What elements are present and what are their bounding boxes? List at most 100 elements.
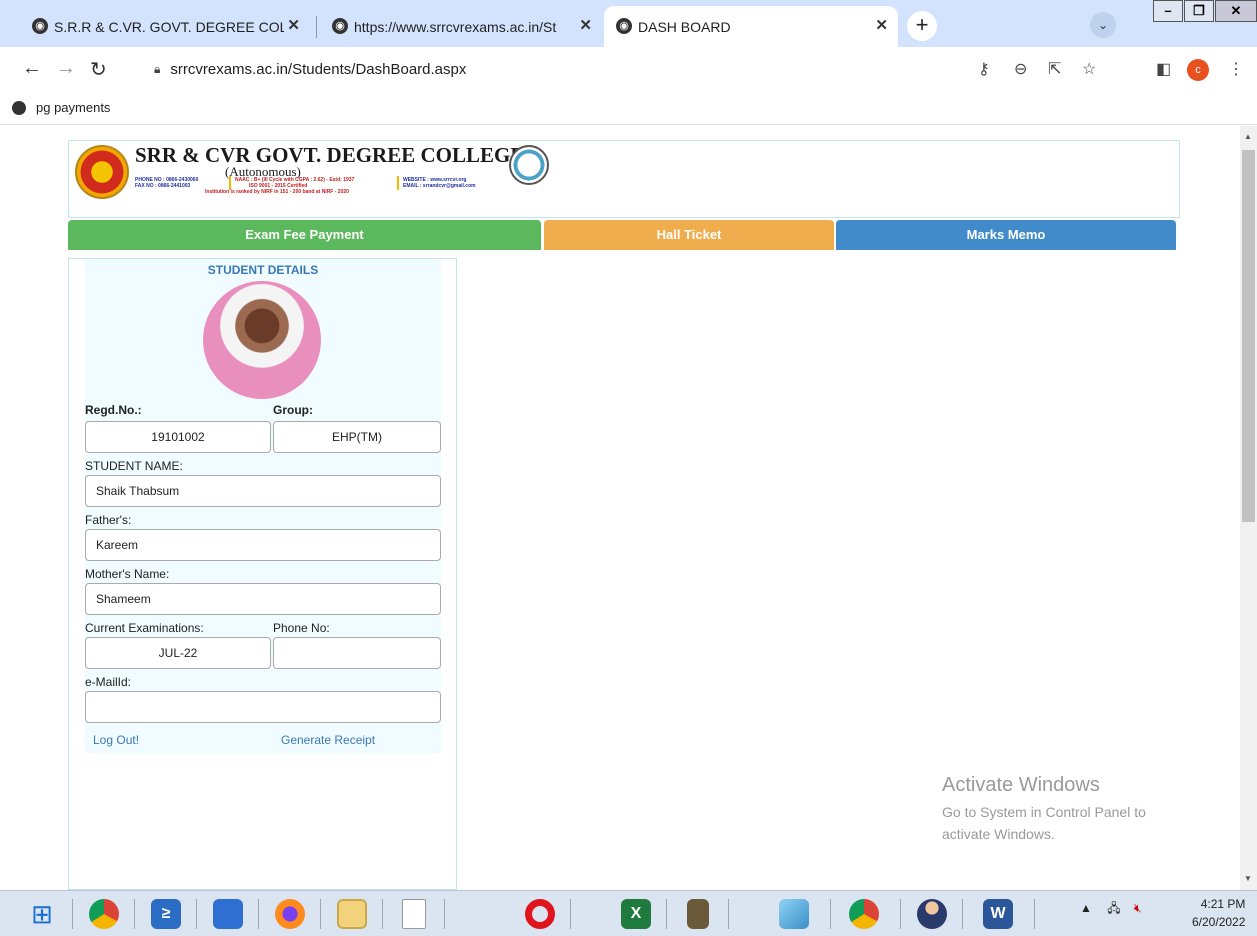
mother-name-field[interactable]: Shameem (85, 583, 441, 615)
divider (196, 899, 197, 929)
powershell-taskbar-button[interactable]: ≥ (140, 895, 192, 933)
minimize-button[interactable]: – (1153, 0, 1183, 22)
scroll-down-icon[interactable]: ▼ (1244, 874, 1252, 883)
excel-taskbar-button[interactable]: X (610, 895, 662, 933)
side-panel-icon[interactable]: ◧ (1156, 59, 1171, 79)
network-icon[interactable]: 🖧︎ (1107, 901, 1120, 915)
share-icon[interactable]: ⇱ (1048, 59, 1061, 79)
state-emblem-logo (509, 145, 549, 185)
student-app-taskbar-button[interactable] (906, 895, 958, 933)
watermark-title: Activate Windows (942, 774, 1100, 796)
close-window-button[interactable]: ✕ (1215, 0, 1257, 22)
student-photo (203, 281, 321, 399)
hall-ticket-button[interactable]: Hall Ticket (544, 220, 834, 250)
key-icon[interactable]: ⚷ (978, 59, 990, 79)
file-explorer-taskbar-button[interactable] (326, 895, 378, 933)
folder-icon (337, 899, 367, 929)
tab-dashboard[interactable]: ◉ DASH BOARD ✕ (604, 6, 898, 47)
chrome-icon (849, 899, 879, 929)
chrome-profile-taskbar-button[interactable] (838, 895, 890, 933)
bookmark-pg-payments[interactable]: pg payments (36, 100, 110, 115)
new-tab-button[interactable]: + (907, 11, 937, 41)
generate-receipt-link[interactable]: Generate Receipt (281, 733, 375, 747)
notebook-taskbar-button[interactable] (768, 895, 820, 933)
notebook-icon (779, 899, 809, 929)
panel-title: STUDENT DETAILS (207, 263, 319, 277)
chrome-taskbar-button[interactable] (78, 895, 130, 933)
exam-fee-payment-button[interactable]: Exam Fee Payment (68, 220, 541, 250)
divider (962, 899, 963, 929)
tab-title: S.R.R & C.VR. GOVT. DEGREE COL (54, 18, 284, 35)
tools-taskbar-button[interactable] (672, 895, 724, 933)
exam-label: Current Examinations: (85, 621, 204, 635)
divider (444, 899, 445, 929)
student-name-label: STUDENT NAME: (85, 459, 183, 473)
divider (900, 899, 901, 929)
system-clock[interactable]: 4:21 PM 6/20/2022 (1192, 895, 1245, 931)
divider (258, 899, 259, 929)
divider (397, 176, 399, 190)
globe-icon: ◉ (616, 18, 632, 34)
activate-windows-watermark: Activate Windows Go to System in Control… (942, 774, 1146, 845)
tab-college[interactable]: ◉ S.R.R & C.VR. GOVT. DEGREE COL ✕ (20, 6, 310, 47)
scroll-up-icon[interactable]: ▲ (1244, 132, 1252, 141)
server-manager-taskbar-button[interactable] (202, 895, 254, 933)
forward-icon[interactable]: → (56, 57, 76, 80)
server-manager-icon (213, 899, 243, 929)
tab-strip: ◉ S.R.R & C.VR. GOVT. DEGREE COL ✕ ◉ htt… (0, 0, 1257, 47)
scroll-thumb[interactable] (1242, 150, 1255, 522)
vertical-scrollbar[interactable]: ▲ ▼ (1240, 126, 1257, 890)
email-field[interactable] (85, 691, 441, 723)
father-label: Father's: (85, 513, 132, 527)
tab-divider (316, 16, 317, 38)
opera-taskbar-button[interactable] (514, 895, 566, 933)
system-tray[interactable]: ▲ 🖧︎ 🔇︎ (1080, 899, 1142, 920)
fax-line: FAX NO : 0866-2441003 (135, 183, 191, 189)
word-taskbar-button[interactable]: W (972, 895, 1024, 933)
student-details-card: STUDENT DETAILS Regd.No.: Group: 1910100… (85, 259, 441, 753)
firefox-icon (275, 899, 305, 929)
clock-date: 6/20/2022 (1192, 915, 1246, 929)
chevron-up-icon[interactable]: ▲ (1080, 901, 1092, 915)
clock-time: 4:21 PM (1200, 897, 1246, 911)
address-bar[interactable]: 🔒︎ srrcvrexams.ac.in/Students/DashBoard.… (140, 53, 1060, 85)
marks-memo-button[interactable]: Marks Memo (836, 220, 1176, 250)
divider (830, 899, 831, 929)
student-panel: STUDENT DETAILS Regd.No.: Group: 1910100… (68, 258, 457, 890)
group-label: Group: (273, 403, 313, 417)
phone-field[interactable] (273, 637, 441, 669)
divider (320, 899, 321, 929)
star-icon[interactable]: ☆ (1082, 59, 1096, 79)
watermark-line: activate Windows. (942, 826, 1055, 842)
tab-title: https://www.srrcvrexams.ac.in/St (354, 18, 557, 35)
graduate-icon (917, 899, 947, 929)
start-button[interactable]: ⊞ (16, 895, 68, 933)
volume-muted-icon[interactable]: 🔇︎ (1134, 901, 1142, 915)
tab-exams-url[interactable]: ◉ https://www.srrcvrexams.ac.in/St ✕ (320, 6, 602, 47)
close-tab-icon[interactable]: ✕ (287, 16, 300, 34)
student-name-field[interactable]: Shaik Thabsum (85, 475, 441, 507)
tab-search-icon[interactable]: ⌄ (1090, 12, 1116, 38)
email-line: EMAIL : srrandcvr@gmail.com (403, 183, 476, 189)
back-icon[interactable]: ← (22, 57, 42, 80)
divider (728, 899, 729, 929)
menu-icon[interactable]: ⋮ (1228, 59, 1244, 79)
regd-no-field[interactable]: 19101002 (85, 421, 271, 453)
phone-label: Phone No: (273, 621, 330, 635)
logout-link[interactable]: Log Out! (93, 733, 139, 747)
firefox-taskbar-button[interactable] (264, 895, 316, 933)
father-name-field[interactable]: Kareem (85, 529, 441, 561)
divider (1034, 899, 1035, 929)
close-tab-icon[interactable]: ✕ (875, 16, 888, 34)
close-tab-icon[interactable]: ✕ (579, 16, 592, 34)
group-field[interactable]: EHP(TM) (273, 421, 441, 453)
zoom-icon[interactable]: ⊖ (1014, 59, 1027, 79)
chrome-icon (89, 899, 119, 929)
globe-icon: ◉ (332, 18, 348, 34)
current-exam-field[interactable]: JUL-22 (85, 637, 271, 669)
notepad-taskbar-button[interactable] (388, 895, 440, 933)
divider (666, 899, 667, 929)
reload-icon[interactable]: ↻ (90, 57, 107, 82)
profile-avatar[interactable]: c (1187, 59, 1209, 81)
maximize-button[interactable]: ❐ (1184, 0, 1214, 22)
